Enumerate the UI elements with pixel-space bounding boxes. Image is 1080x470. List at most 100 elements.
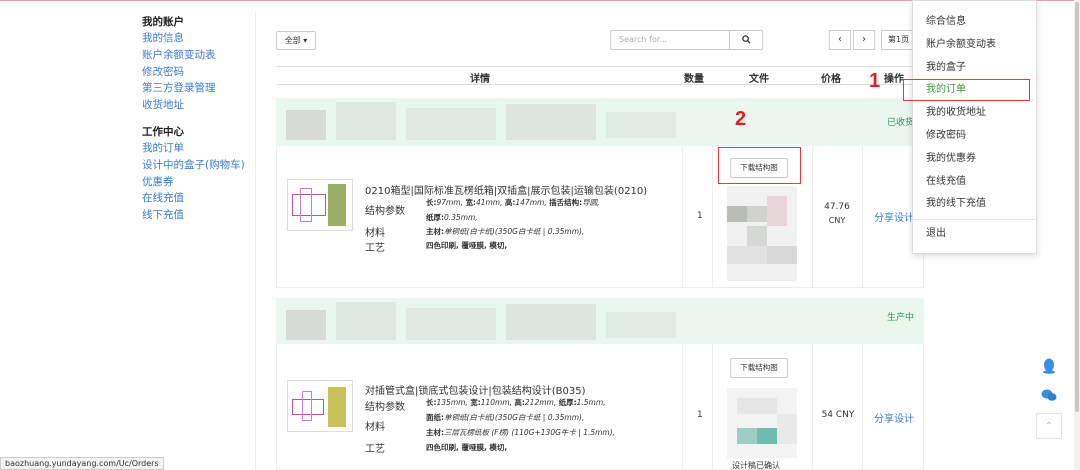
column-divider xyxy=(812,344,813,470)
sidebar-item-address[interactable]: 收货地址 xyxy=(142,97,262,114)
order-body: 对插管式盒|锁底式包装设计|包装结构设计(B035) 结构参数 长:135mm,… xyxy=(276,344,924,470)
params-face-paper: 面纸:单铜纸(白卡纸)(350G白卡纸 | 0.35mm), xyxy=(426,413,585,422)
annotation-number-2: 2 xyxy=(735,108,747,130)
product-title[interactable]: 对插管式盒|锁底式包装设计|包装结构设计(B035) xyxy=(365,382,586,397)
share-design-link[interactable]: 分享设计 xyxy=(874,209,914,224)
menu-item-change-password[interactable]: 修改密码 xyxy=(913,125,1036,148)
table-header: 详情 数量 文件 价格 操作 xyxy=(276,66,924,85)
sidebar-item-cart[interactable]: 设计中的盒子(购物车) xyxy=(142,157,262,174)
back-to-top-icon[interactable]: ⌃ xyxy=(1036,413,1062,439)
craft-value: 四色印刷, 覆哑膜, 模切, xyxy=(426,443,508,452)
blurred-order-info xyxy=(336,302,396,340)
order-card: 已收货 0210箱型|国际标准瓦楞纸箱|双插盒|展示包装|运输包装(0210) … xyxy=(276,98,924,288)
sidebar-item-balance[interactable]: 账户余额变动表 xyxy=(142,47,262,64)
order-card: 生产中 对插管式盒|锁底式包装设计|包装结构设计(B035) 结构参数 长:13… xyxy=(276,298,924,470)
quantity: 1 xyxy=(697,410,703,420)
browser-status-url: baozhuang.yundayang.com/Uc/Orders xyxy=(0,457,164,470)
params-line: 长:97mm, 宽:41mm, 高:147mm, 插舌结构:导圆, xyxy=(426,198,600,207)
menu-item-address[interactable]: 我的收货地址 xyxy=(913,102,1036,125)
material-label: 材料 xyxy=(365,228,385,239)
column-divider xyxy=(712,344,713,470)
blurred-order-info xyxy=(506,304,596,340)
download-structure-button[interactable]: 下载结构图 xyxy=(730,358,788,378)
status-badge: 已收货 xyxy=(886,118,914,128)
wechat-icon[interactable] xyxy=(1036,385,1062,411)
annotation-box-download xyxy=(718,147,801,184)
sidebar-item-change-password[interactable]: 修改密码 xyxy=(142,64,262,81)
column-divider xyxy=(682,344,683,470)
blurred-order-info xyxy=(506,104,596,140)
menu-item-my-boxes[interactable]: 我的盒子 xyxy=(913,57,1036,80)
user-dropdown-menu: 综合信息 账户余额变动表 我的盒子 我的订单 我的收货地址 修改密码 我的优惠券… xyxy=(912,0,1037,254)
params-label: 结构参数 xyxy=(365,402,405,413)
annotation-number-1: 1 xyxy=(869,70,881,92)
annotation-box-my-orders xyxy=(903,79,1030,101)
blurred-order-info xyxy=(286,310,326,340)
product-thumbnail[interactable] xyxy=(287,179,353,231)
order-body: 0210箱型|国际标准瓦楞纸箱|双插盒|展示包装|运输包装(0210) 结构参数… xyxy=(276,146,924,288)
product-title[interactable]: 0210箱型|国际标准瓦楞纸箱|双插盒|展示包装|运输包装(0210) xyxy=(365,182,647,197)
search-icon xyxy=(741,35,751,44)
design-confirmed-text: 设计稿已确认 xyxy=(732,461,780,470)
search-button[interactable] xyxy=(729,30,763,50)
craft-label: 工艺 xyxy=(365,444,385,455)
sidebar-work-title: 工作中心 xyxy=(142,125,184,138)
sidebar-divider xyxy=(255,12,256,470)
design-file-preview[interactable] xyxy=(727,186,807,281)
sidebar-account-title: 我的账户 xyxy=(142,16,184,28)
prev-page-button[interactable]: ‹ xyxy=(829,30,851,50)
header-file: 文件 xyxy=(749,74,769,85)
column-divider xyxy=(812,146,813,288)
price-value: 47.76 xyxy=(824,202,850,212)
next-page-button[interactable]: › xyxy=(853,30,875,50)
sidebar-item-my-info[interactable]: 我的信息 xyxy=(142,30,262,47)
craft-value: 四色印刷, 覆哑膜, 模切, xyxy=(426,241,508,250)
blurred-order-info xyxy=(406,108,496,140)
blurred-order-info xyxy=(286,110,326,140)
column-divider xyxy=(862,344,863,470)
menu-item-online-recharge[interactable]: 在线充值 xyxy=(913,171,1036,194)
menu-item-coupons[interactable]: 我的优惠券 xyxy=(913,148,1036,171)
sidebar-item-my-orders[interactable]: 我的订单 xyxy=(142,140,262,157)
qq-icon[interactable] xyxy=(1036,357,1062,383)
craft-label: 工艺 xyxy=(365,243,385,254)
header-qty: 数量 xyxy=(684,74,704,85)
quantity: 1 xyxy=(697,211,703,221)
price-currency: CNY xyxy=(828,216,846,225)
sidebar: 我的账户 我的信息 账户余额变动表 修改密码 第三方登录管理 收货地址 工作中心… xyxy=(142,14,262,224)
column-divider xyxy=(712,146,713,288)
order-header: 已收货 xyxy=(276,98,924,146)
blurred-order-info xyxy=(336,102,396,140)
sidebar-item-coupons[interactable]: 优惠券 xyxy=(142,174,262,191)
column-divider xyxy=(862,146,863,288)
blurred-order-info xyxy=(606,112,676,138)
order-header: 生产中 xyxy=(276,298,924,344)
menu-item-logout[interactable]: 退出 xyxy=(913,223,1036,246)
params-line: 长:135mm, 宽:110mm, 高:212mm, 纸厚:1.5mm, xyxy=(426,398,606,407)
blurred-order-info xyxy=(406,308,496,340)
sidebar-item-online-recharge[interactable]: 在线充值 xyxy=(142,190,262,207)
menu-item-offline-recharge[interactable]: 我的线下充值 xyxy=(913,193,1036,216)
search-input[interactable]: Search for... xyxy=(610,30,730,50)
menu-divider xyxy=(913,219,1036,221)
sidebar-item-offline-recharge[interactable]: 线下充值 xyxy=(142,207,262,224)
blurred-order-info xyxy=(606,312,676,338)
share-design-link[interactable]: 分享设计 xyxy=(874,410,914,425)
design-file-preview[interactable] xyxy=(727,388,807,458)
params-thickness: 纸厚:0.35mm, xyxy=(426,213,478,222)
status-badge: 生产中 xyxy=(886,313,914,323)
material-value: 主材:三层瓦楞纸板 (F楞) (110G+130G牛卡 | 1.5mm), xyxy=(426,428,616,437)
material-value: 主材:单铜纸(白卡纸)(350G白卡纸 | 0.35mm), xyxy=(426,227,585,236)
header-ops: 操作 xyxy=(884,74,904,85)
header-details: 详情 xyxy=(470,74,490,85)
material-label: 材料 xyxy=(365,422,385,433)
column-divider xyxy=(682,146,683,288)
filter-all-dropdown[interactable]: 全部 ▾ xyxy=(276,31,316,50)
menu-item-balance[interactable]: 账户余额变动表 xyxy=(913,34,1036,57)
sidebar-item-third-party-login[interactable]: 第三方登录管理 xyxy=(142,80,262,97)
scrollbar-thumb[interactable] xyxy=(1075,2,1079,412)
params-label: 结构参数 xyxy=(365,206,405,217)
header-price: 价格 xyxy=(821,74,841,85)
menu-item-overview[interactable]: 综合信息 xyxy=(913,11,1036,34)
product-thumbnail[interactable] xyxy=(287,380,353,432)
